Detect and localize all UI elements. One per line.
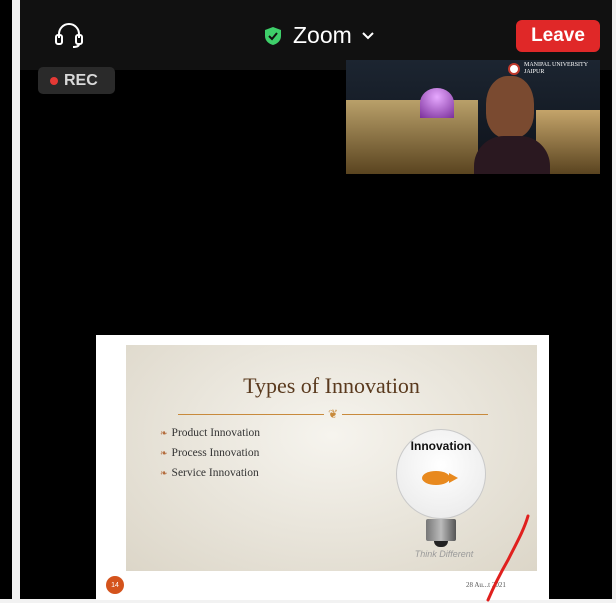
participant-head [486,76,534,138]
background-building-left [346,100,478,174]
meeting-title[interactable]: Zoom [263,22,374,49]
bulb-tip [434,541,448,547]
chevron-down-icon [362,31,374,39]
bullet-item: ❧ Service Innovation [160,467,259,479]
participant-shirt [474,136,550,174]
right-frame-edge [612,0,616,603]
left-frame-edge [0,0,20,603]
bullet-icon: ❧ [160,427,168,438]
slide-page-number: 14 [106,576,124,594]
headset-icon[interactable] [54,22,84,48]
university-crest-icon [508,63,520,75]
participant-video[interactable]: MANIPAL UNIVERSITY JAIPUR [346,60,600,174]
meeting-title-text: Zoom [293,22,352,48]
background-dome [420,88,454,118]
record-dot-icon [50,76,58,85]
logo-line-1: MANIPAL UNIVERSITY [524,62,589,68]
shield-check-icon [265,26,281,45]
bullet-icon: ❧ [160,447,168,458]
slide-title: Types of Innovation [243,373,420,398]
slide-tagline: Think Different [414,549,474,559]
bullet-item: ❧ Process Innovation [160,447,260,459]
leave-button[interactable]: Leave [516,20,600,52]
bullet-item: ❧ Product Innovation [160,427,261,439]
participant-person [474,76,550,174]
university-logo: MANIPAL UNIVERSITY JAIPUR [508,62,588,76]
bullet-icon: ❧ [160,467,168,478]
presentation-slide: Types of Innovation ❦ ❧ Product Innovatio… [126,345,537,571]
pen-annotation-mark [486,514,530,602]
flourish-icon: ❦ [327,407,339,421]
goldfish-icon [422,471,458,485]
bulb-base [426,519,456,541]
recording-indicator[interactable]: REC [38,67,115,94]
bullet-list: ❧ Product Innovation ❧ Process Innovation … [160,427,260,487]
university-logo-text: MANIPAL UNIVERSITY JAIPUR [524,62,588,76]
logo-line-2: JAIPUR [524,69,545,75]
bulb-label: Innovation [410,439,472,453]
title-divider: ❦ [178,407,488,421]
recording-label: REC [64,71,98,89]
